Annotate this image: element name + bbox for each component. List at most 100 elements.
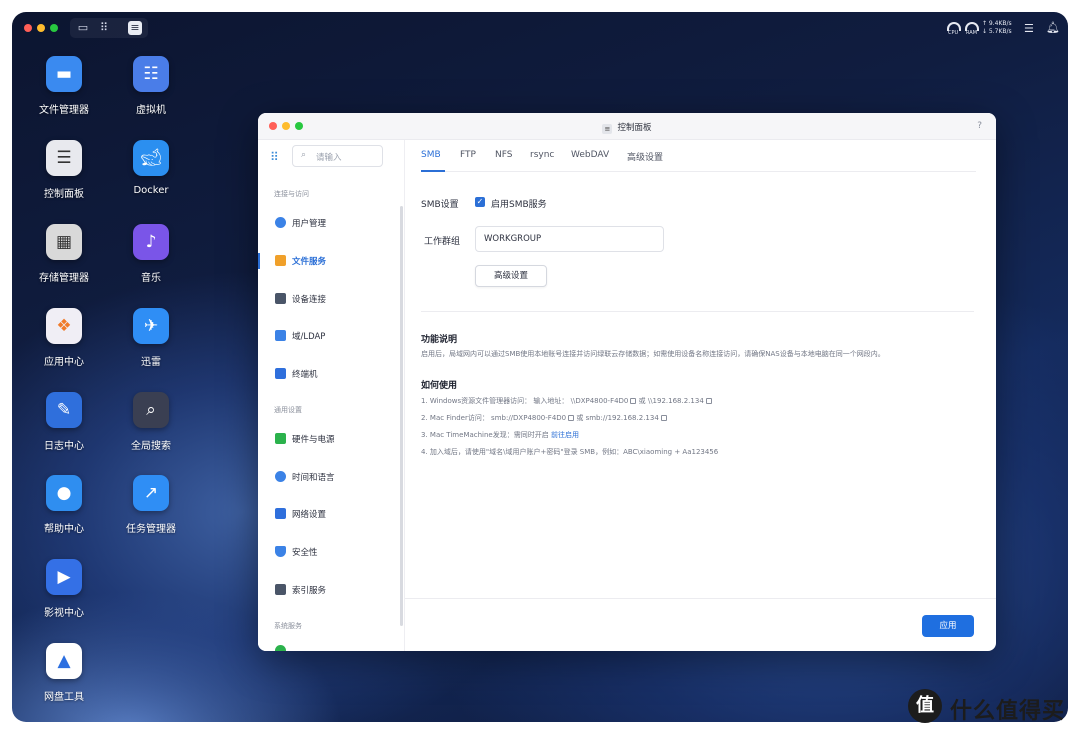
enable-smb-label[interactable]: 启用SMB服务	[491, 197, 547, 210]
sidebar-item-label: 安全性	[292, 548, 318, 558]
desktop-icon-file-manager[interactable]: ▬ 文件管理器	[18, 56, 108, 134]
tab-ftp[interactable]: FTP	[460, 150, 476, 160]
desktop-icon-storage-manager[interactable]: ▦ 存储管理器	[18, 224, 108, 302]
log-icon: ✎	[46, 392, 82, 428]
search-placeholder: 请输入	[316, 153, 342, 163]
desktop-icon-thunder[interactable]: ✈ 迅雷	[105, 308, 195, 386]
sliders-icon: ☰	[46, 140, 82, 176]
domain-icon	[275, 330, 286, 341]
search-input[interactable]: ⌕ 请输入	[292, 145, 383, 167]
user-icon	[275, 217, 286, 228]
desktop-icon-label: 网盘工具	[44, 692, 84, 703]
how-to-or: 或	[574, 414, 586, 422]
desktop-icon-label: 帮助中心	[44, 524, 84, 535]
workgroup-value: WORKGROUP	[484, 234, 542, 244]
tab-rsync[interactable]: rsync	[530, 150, 554, 160]
sidebar-item-terminal[interactable]: 终端机	[258, 359, 403, 389]
copy-icon[interactable]	[705, 398, 712, 404]
battery-icon	[275, 433, 286, 444]
tab-bar: SMB FTP NFS rsync WebDAV 高级设置	[421, 140, 976, 172]
window-title-bar[interactable]: ≡ 控制面板 ?	[258, 113, 996, 140]
how-to-line-2-text: 2. Mac Finder访问： smb://DXP4800-F4D0	[421, 414, 567, 422]
smb-setting-label: SMB设置	[421, 200, 459, 210]
desktop-icon-label: 存储管理器	[39, 273, 89, 284]
feature-description-text: 启用后，局域网内可以通过SMB使用本地账号连接并访问绿联云存储数据；如需使用设备…	[421, 350, 885, 358]
bell-icon[interactable]: 🔔︎	[1046, 21, 1060, 34]
control-panel-icon: ≡	[602, 124, 613, 134]
desktop-icon-task-manager[interactable]: ↗ 任务管理器	[105, 475, 195, 553]
download-rate: ↓ 5.7KB/s	[982, 28, 1012, 35]
video-icon: ▶	[46, 559, 82, 595]
sidebar-item-label: 设备连接	[292, 295, 327, 305]
window-title-label: 控制面板	[617, 123, 652, 133]
tab-nfs[interactable]: NFS	[495, 150, 512, 160]
sidebar-item-label: 域/LDAP	[292, 332, 326, 342]
desktop-icon-virtual-machine[interactable]: ☷ 虚拟机	[105, 56, 195, 134]
section-title: 连接与访问	[274, 190, 309, 198]
minimize-dot[interactable]	[37, 24, 45, 32]
desktop-icon-global-search[interactable]: ⌕ 全局搜索	[105, 392, 195, 470]
help-icon[interactable]: ?	[977, 121, 982, 131]
sidebar-item-index-service[interactable]: 索引服务	[258, 575, 403, 605]
apps-grid-icon[interactable]: ⠿	[270, 151, 282, 163]
feature-description-title: 功能说明	[421, 335, 458, 345]
desktop-icon-label: 虚拟机	[136, 105, 166, 116]
workgroup-input[interactable]: WORKGROUP	[475, 226, 664, 252]
tab-webdav[interactable]: WebDAV	[571, 150, 609, 160]
apps-grid-icon[interactable]: ⠿	[97, 21, 111, 35]
copy-icon[interactable]	[660, 415, 667, 421]
maximize-dot[interactable]	[50, 24, 58, 32]
sidebar-item-security[interactable]: 安全性	[258, 537, 403, 567]
window-title: ≡ 控制面板	[258, 121, 996, 134]
workgroup-label: 工作群组	[424, 237, 461, 247]
service-icon	[275, 645, 286, 651]
sidebar-item-user-management[interactable]: 用户管理	[258, 208, 403, 238]
watermark-logo: 值	[908, 689, 942, 723]
desktop-icon-log-center[interactable]: ✎ 日志中心	[18, 392, 108, 470]
how-to-use-title: 如何使用	[421, 381, 458, 391]
network-rate: ↑ 9.4KB/s ↓ 5.7KB/s	[982, 20, 1012, 36]
network-icon	[275, 508, 286, 519]
go-enable-link[interactable]: 前往启用	[551, 431, 579, 439]
desktop-icon-label: 应用中心	[44, 357, 84, 368]
thunder-bird-icon: ✈	[133, 308, 169, 344]
sidebar-scrollbar[interactable]	[400, 206, 403, 626]
desktop-icon-video-center[interactable]: ▶ 影视中心	[18, 559, 108, 637]
disk-icon: ▦	[46, 224, 82, 260]
desktop-icon-label: Docker	[133, 185, 169, 196]
desktop-icon-control-panel[interactable]: ☰ 控制面板	[18, 140, 108, 218]
view-switcher: ▭ ⠿ ≡	[70, 18, 148, 38]
ram-label: RAM	[966, 30, 978, 36]
section-title: 通用设置	[274, 406, 302, 414]
watermark-text: 什么值得买	[950, 699, 1066, 724]
sidebar-item-domain-ldap[interactable]: 域/LDAP	[258, 321, 403, 351]
top-bar: ▭ ⠿ ≡ CPU RAM ↑ 9.4KB/s ↓ 5.7KB/s ☰ 🔔︎	[12, 12, 1068, 44]
desktop-icon-cloud-drive[interactable]: ▲ 网盘工具	[18, 643, 108, 721]
desktop-icon-label: 影视中心	[44, 608, 84, 619]
desktop-icon-music[interactable]: ♪ 音乐	[105, 224, 195, 302]
advanced-settings-button[interactable]: 高级设置	[475, 265, 547, 287]
sidebar-item-time-language[interactable]: 时间和语言	[258, 462, 403, 492]
apply-button[interactable]: 应用	[922, 615, 974, 637]
divider	[421, 311, 974, 312]
desktop-icon[interactable]: ▭	[76, 21, 90, 35]
tab-advanced-settings[interactable]: 高级设置	[627, 150, 663, 163]
sidebar-item-file-service[interactable]: 文件服务	[258, 246, 403, 276]
sidebar-item-network[interactable]: 网络设置	[258, 499, 403, 529]
control-panel-icon[interactable]: ≡	[128, 21, 142, 35]
desktop-icon-help-center[interactable]: ● 帮助中心	[18, 475, 108, 553]
how-to-line-1: 1. Windows资源文件管理器访问： 输入地址： \\DXP4800-F4D…	[421, 396, 712, 406]
desktop-icon-app-center[interactable]: ❖ 应用中心	[18, 308, 108, 386]
sidebar-item-device-connection[interactable]: 设备连接	[258, 284, 403, 314]
enable-smb-checkbox[interactable]: ✓	[475, 197, 485, 207]
sidebar-item-label: 网络设置	[292, 510, 327, 520]
widgets-icon[interactable]: ☰	[1024, 22, 1034, 35]
music-icon: ♪	[133, 224, 169, 260]
active-indicator	[258, 253, 260, 269]
sidebar-item-hardware-power[interactable]: 硬件与电源	[258, 424, 403, 454]
search-icon: ⌕	[133, 392, 169, 428]
desktop-icon-label: 迅雷	[141, 357, 161, 368]
desktop-icon-docker[interactable]: 🐋︎ Docker	[105, 140, 195, 218]
tab-smb[interactable]: SMB	[421, 150, 441, 160]
close-dot[interactable]	[24, 24, 32, 32]
